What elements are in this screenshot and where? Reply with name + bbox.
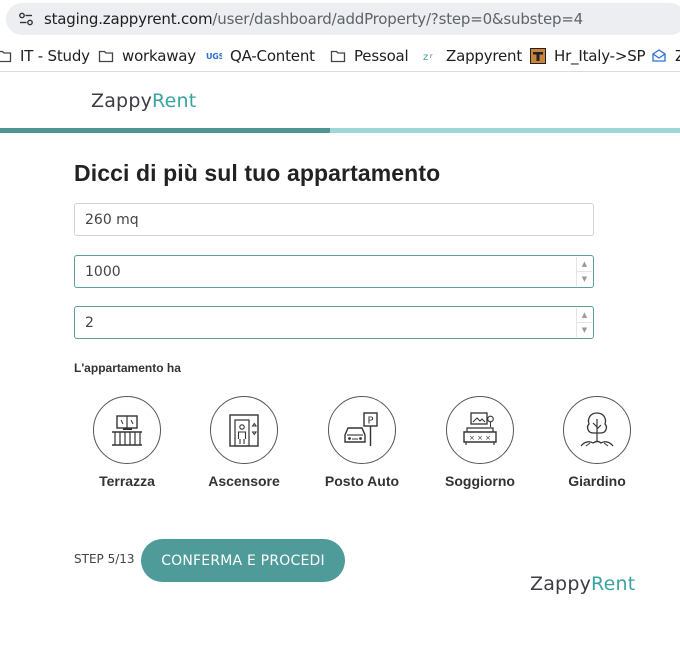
price-input-value: 1000: [85, 263, 121, 280]
progress-bar-fill: [0, 128, 330, 133]
terrace-icon: [112, 415, 142, 446]
number-stepper[interactable]: ▲ ▼: [576, 308, 592, 337]
app-header: ZappyRent: [0, 76, 680, 128]
amenity-giardino[interactable]: Giardino: [542, 396, 652, 489]
logo-text-zappy: Zappy: [91, 90, 153, 112]
number-stepper[interactable]: ▲ ▼: [576, 257, 592, 286]
amenity-label: Terrazza: [99, 473, 155, 489]
amenity-terrazza[interactable]: Terrazza: [72, 396, 182, 489]
bookmark-label: Z: [675, 47, 680, 65]
stepper-down-icon[interactable]: ▼: [577, 272, 592, 286]
zappyrent-logo[interactable]: ZappyRent: [91, 90, 196, 112]
bookmark-label: Pessoal: [354, 47, 409, 65]
bookmark-label: workaway: [122, 47, 196, 65]
amenity-label: Posto Auto: [324, 473, 400, 489]
bookmark-it-study[interactable]: IT - Study: [0, 46, 90, 66]
site-favicon-icon: UGS: [206, 52, 222, 61]
folder-icon: [330, 50, 346, 63]
progress-bar: [0, 128, 680, 133]
amenity-soggiorno[interactable]: × × × Soggiorno: [425, 396, 535, 489]
garden-icon: [580, 412, 614, 447]
browser-url-bar: staging.zappyrent.com/user/dashboard/add…: [0, 0, 680, 38]
amenity-circle[interactable]: [93, 396, 161, 464]
amenity-posto-auto[interactable]: P Posto Auto: [307, 396, 417, 489]
parking-icon: P: [344, 412, 378, 446]
amenity-ascensore[interactable]: Ascensore: [189, 396, 299, 489]
zappyrent-footer-logo: ZappyRent: [530, 573, 635, 595]
amenity-label: Soggiorno: [445, 473, 515, 489]
url-text[interactable]: staging.zappyrent.com/user/dashboard/add…: [44, 10, 583, 28]
page-title: Dicci di più sul tuo appartamento: [74, 160, 441, 186]
site-favicon-icon: [530, 48, 546, 64]
size-input-value: 260 mq: [85, 211, 139, 228]
amenity-label: Giardino: [568, 473, 626, 489]
bookmark-label: Hr_Italy->SP: [554, 47, 646, 65]
price-number-input[interactable]: 1000 ▲ ▼: [74, 255, 594, 288]
amenity-label: Ascensore: [208, 473, 280, 489]
size-input[interactable]: 260 mq: [74, 203, 594, 236]
amenity-circle[interactable]: [210, 396, 278, 464]
logo-text-zappy: Zappy: [530, 573, 592, 595]
stepper-up-icon[interactable]: ▲: [577, 257, 592, 272]
url-path: /user/dashboard/addProperty/?step=0&subs…: [212, 10, 584, 28]
zappyrent-favicon-icon: zr: [423, 52, 433, 63]
url-host: staging.zappyrent.com: [44, 10, 213, 28]
site-settings-icon[interactable]: [18, 11, 34, 27]
svg-text:UGS: UGS: [206, 52, 222, 61]
bookmark-hr-italy[interactable]: Hr_Italy->SP: [530, 46, 646, 66]
svg-text:× × ×: × × ×: [469, 434, 491, 442]
bookmark-label: Zappyrent: [446, 47, 523, 65]
site-favicon-icon: [652, 49, 666, 62]
amenity-circle[interactable]: P: [328, 396, 396, 464]
svg-text:r: r: [430, 53, 433, 60]
bookmark-label: QA-Content: [230, 47, 315, 65]
svg-text:P: P: [368, 416, 374, 427]
amenity-circle[interactable]: × × ×: [446, 396, 514, 464]
logo-text-rent: Rent: [591, 573, 636, 595]
folder-icon: [0, 50, 12, 63]
bookmark-label: IT - Study: [20, 47, 90, 65]
address-field[interactable]: staging.zappyrent.com/user/dashboard/add…: [6, 3, 680, 35]
bookmark-pessoal[interactable]: Pessoal: [330, 46, 409, 66]
svg-text:z: z: [423, 52, 428, 63]
living-room-icon: × × ×: [463, 412, 497, 445]
stepper-up-icon[interactable]: ▲: [577, 308, 592, 323]
stepper-down-icon[interactable]: ▼: [577, 323, 592, 337]
rooms-input-value: 2: [85, 314, 94, 331]
bookmark-workaway[interactable]: workaway: [98, 46, 196, 66]
folder-icon: [98, 50, 114, 63]
elevator-icon: [229, 414, 259, 447]
logo-text-rent: Rent: [152, 90, 197, 112]
bookmark-qa-content[interactable]: UGS QA-Content: [206, 46, 315, 66]
bookmark-z[interactable]: Z: [651, 46, 680, 66]
bookmarks-bar: IT - Study workaway UGS QA-Content Pesso…: [0, 40, 680, 72]
amenity-circle[interactable]: [563, 396, 631, 464]
rooms-number-input[interactable]: 2 ▲ ▼: [74, 306, 594, 339]
bookmark-zappyrent[interactable]: zr Zappyrent: [422, 46, 522, 66]
confirm-and-proceed-button[interactable]: CONFERMA E PROCEDI: [141, 539, 345, 582]
step-indicator: STEP 5/13: [74, 552, 135, 566]
amenities-label: L'appartamento ha: [74, 361, 181, 375]
